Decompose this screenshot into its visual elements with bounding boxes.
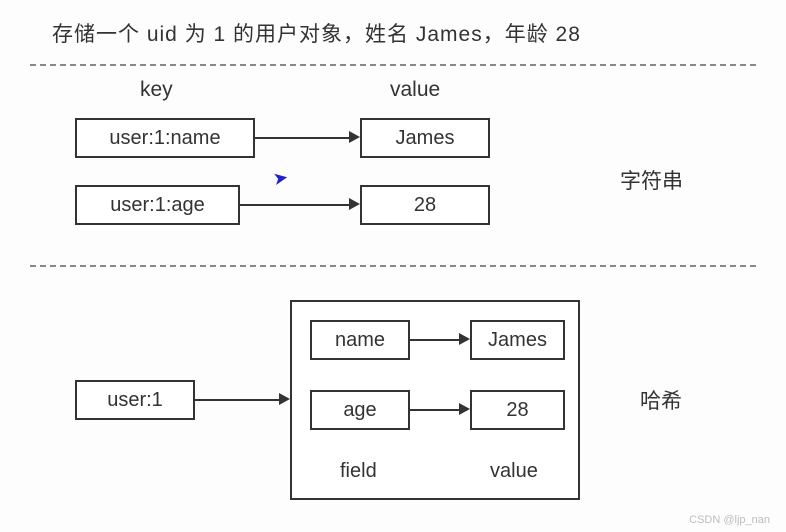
hash-value-label: value	[490, 460, 538, 483]
arrow-head-1	[349, 131, 360, 143]
hash-key: user:1	[107, 389, 163, 412]
hash-field-2: age	[343, 399, 376, 422]
header-key: key	[140, 78, 173, 102]
hash-field-box-2: age	[310, 390, 410, 430]
arrow-line-2	[240, 204, 350, 206]
string-value-1: James	[396, 127, 455, 150]
header-value: value	[390, 78, 440, 102]
hash-field-box-1: name	[310, 320, 410, 360]
arrow-line-hf2	[410, 409, 460, 411]
divider-1	[30, 64, 756, 66]
hash-value-box-2: 28	[470, 390, 565, 430]
string-key-1: user:1:name	[109, 127, 220, 150]
arrow-head-hash	[279, 393, 290, 405]
hash-key-box: user:1	[75, 380, 195, 420]
arrow-head-hf2	[459, 403, 470, 415]
string-key-2: user:1:age	[110, 194, 205, 217]
hash-field-1: name	[335, 329, 385, 352]
cursor-icon: ➤	[271, 167, 290, 190]
arrow-line-hf1	[410, 339, 460, 341]
divider-2	[30, 265, 756, 267]
string-key-box-1: user:1:name	[75, 118, 255, 158]
hash-field-label: field	[340, 460, 377, 483]
arrow-head-hf1	[459, 333, 470, 345]
arrow-line-hash	[195, 399, 280, 401]
watermark: CSDN @ljp_nan	[689, 514, 770, 526]
string-value-2: 28	[414, 194, 436, 217]
hash-value-2: 28	[506, 399, 528, 422]
string-key-box-2: user:1:age	[75, 185, 240, 225]
diagram-title: 存储一个 uid 为 1 的用户对象，姓名 James，年龄 28	[52, 18, 581, 48]
string-value-box-2: 28	[360, 185, 490, 225]
hash-value-1: James	[488, 329, 547, 352]
string-value-box-1: James	[360, 118, 490, 158]
hash-value-box-1: James	[470, 320, 565, 360]
string-section-label: 字符串	[620, 165, 683, 195]
hash-section-label: 哈希	[640, 385, 682, 415]
arrow-head-2	[349, 198, 360, 210]
arrow-line-1	[255, 137, 350, 139]
